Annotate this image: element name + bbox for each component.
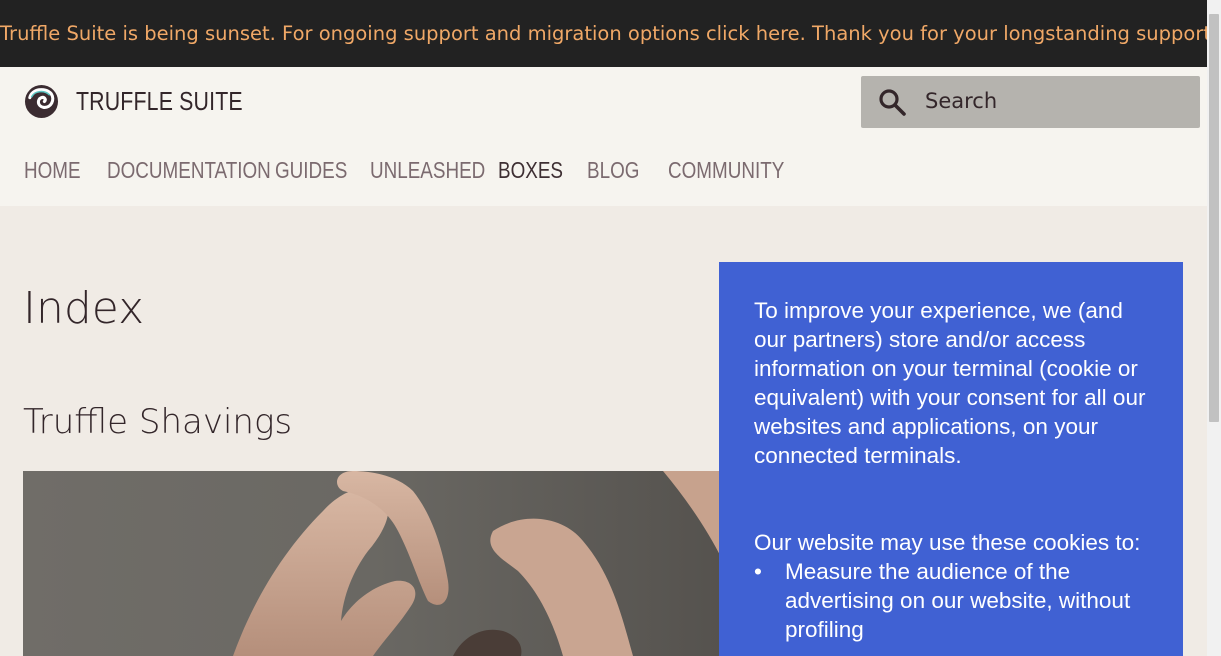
cookie-purpose-text: Measure the audience of the advertising … xyxy=(785,559,1131,642)
nav-item-unleashed[interactable]: UNLEASHED xyxy=(370,157,485,184)
brand-name[interactable]: TRUFFLE SUITE xyxy=(76,86,243,117)
scrollbar-thumb[interactable] xyxy=(1209,14,1219,422)
nav-item-home[interactable]: HOME xyxy=(24,157,81,184)
bullet-icon: • xyxy=(754,559,762,584)
cookie-purpose-item: • Measure the audience of the advertisin… xyxy=(754,557,1153,644)
truffle-swirl-icon[interactable] xyxy=(24,84,59,119)
site-header: TRUFFLE SUITE Search HOME DOCUMENTATION … xyxy=(0,67,1207,206)
nav-item-blog[interactable]: BLOG xyxy=(587,157,639,184)
cookie-paragraph: To improve your experience, we (and our … xyxy=(754,298,1146,468)
sunset-banner[interactable]: Truffle Suite is being sunset. For ongoi… xyxy=(0,0,1217,67)
hero-image xyxy=(23,471,723,656)
main-nav: HOME DOCUMENTATION GUIDES UNLEASHED BOXE… xyxy=(0,157,1207,195)
nav-item-community[interactable]: COMMUNITY xyxy=(668,157,784,184)
search-placeholder: Search xyxy=(925,89,998,113)
cookie-consent-panel: To improve your experience, we (and our … xyxy=(719,262,1183,656)
page-title: Index xyxy=(23,283,145,334)
nav-item-guides[interactable]: GUIDES xyxy=(275,157,347,184)
page-scrollbar[interactable] xyxy=(1207,0,1221,656)
nav-item-boxes[interactable]: BOXES xyxy=(498,157,563,184)
hands-photo xyxy=(23,471,723,656)
nav-item-documentation[interactable]: DOCUMENTATION xyxy=(107,157,271,184)
search-input[interactable]: Search xyxy=(861,76,1200,128)
cookie-purpose-intro: Our website may use these cookies to: xyxy=(754,530,1141,555)
section-title: Truffle Shavings xyxy=(23,402,293,442)
search-icon xyxy=(879,89,906,116)
